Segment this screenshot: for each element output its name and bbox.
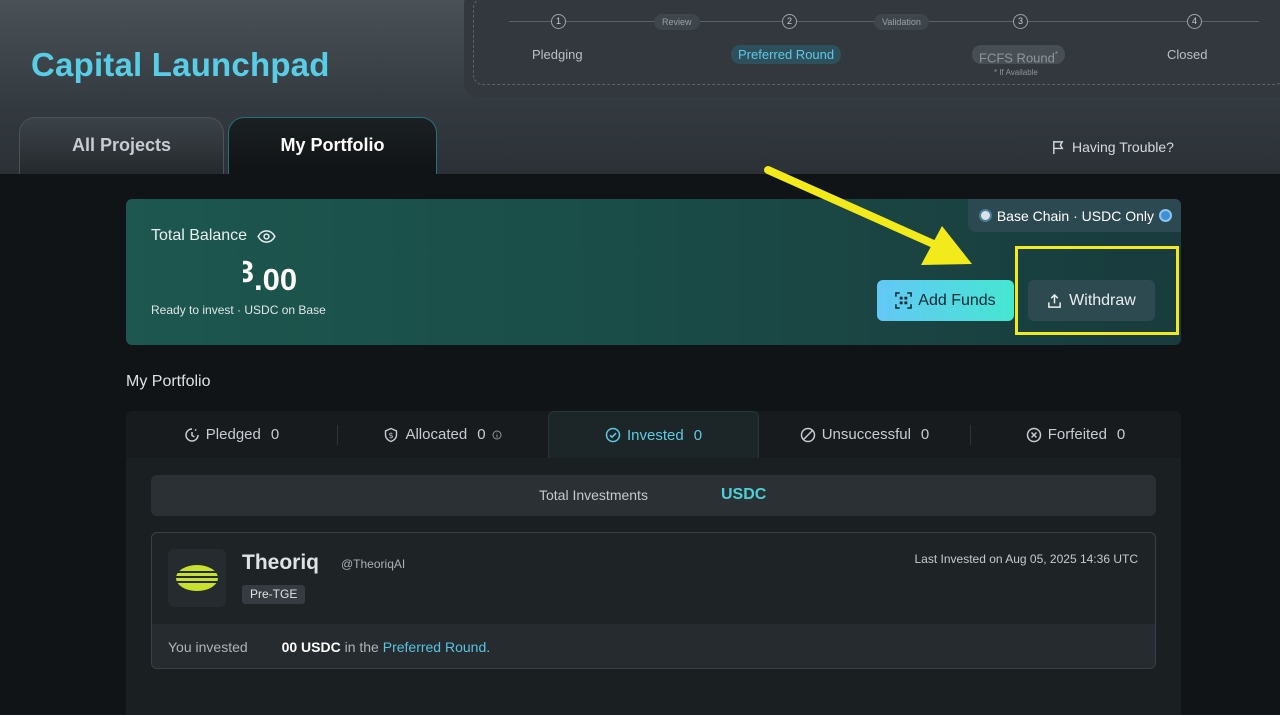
tab-allocated-label: Allocated — [405, 426, 468, 443]
tab-allocated[interactable]: $ Allocated 0 — [337, 411, 548, 458]
having-trouble-link[interactable]: Having Trouble? — [1051, 139, 1174, 155]
chain-badge-text: Base Chain · USDC Only — [996, 207, 1154, 224]
step-number-1: 1 — [551, 14, 566, 29]
check-circle-icon — [605, 427, 621, 443]
balance-amount-fragment: 3 — [243, 254, 254, 289]
tab-forfeited[interactable]: Forfeited 0 — [970, 411, 1181, 458]
total-balance-label: Total Balance — [151, 227, 276, 245]
flag-icon — [1053, 140, 1064, 154]
dollar-badge-icon: $ — [385, 427, 398, 442]
fcfs-note: * If Available — [994, 68, 1038, 77]
tab-unsuccessful[interactable]: Unsuccessful 0 — [759, 411, 970, 458]
clock-icon — [185, 427, 199, 442]
project-stage-badge: Pre-TGE — [242, 585, 306, 604]
fcfs-marker: * — [1054, 50, 1058, 59]
step-connector-validation: Validation — [874, 14, 929, 30]
tab-forfeited-count: 0 — [1116, 426, 1126, 443]
investment-text-prefix: You invested — [168, 639, 248, 655]
project-handle[interactable]: @TheoriqAI — [341, 557, 405, 571]
balance-subtitle: Ready to invest · USDC on Base — [151, 303, 326, 317]
tab-my-portfolio[interactable]: My Portfolio — [228, 117, 437, 174]
tab-unsuccessful-label: Unsuccessful — [821, 426, 911, 443]
step-label-closed: Closed — [1167, 47, 1208, 62]
step-label-preferred-round: Preferred Round — [731, 45, 842, 64]
step-number-3: 3 — [1013, 14, 1028, 29]
investment-round-link[interactable]: Preferred Round — [383, 639, 487, 655]
withdraw-button[interactable]: Withdraw — [1028, 280, 1155, 321]
portfolio-filter-tabs: Pledged 0 $ Allocated 0 Invested 0 Unsuc… — [126, 411, 1181, 458]
last-invested-timestamp: Last Invested on Aug 05, 2025 14:36 UTC — [914, 552, 1139, 566]
portfolio-section-title: My Portfolio — [126, 373, 211, 390]
tab-allocated-count: 0 — [477, 426, 486, 443]
total-balance-text: Total Balance — [151, 227, 248, 244]
step-label-pledging: Pledging — [532, 47, 583, 62]
tab-pledged[interactable]: Pledged 0 — [126, 411, 337, 458]
step-connector-review: Review — [654, 14, 700, 30]
balance-amount: 3.00 — [243, 254, 297, 298]
add-funds-label: Add Funds — [918, 291, 996, 309]
project-logo — [168, 549, 226, 607]
investment-amount: 00 USDC — [281, 639, 341, 655]
investment-text-end: . — [486, 639, 491, 655]
tab-unsuccessful-count: 0 — [920, 426, 930, 443]
balance-amount-value: .00 — [254, 262, 298, 297]
page-header: Capital Launchpad 1 Review 2 Validation … — [0, 0, 1280, 174]
having-trouble-label: Having Trouble? — [1072, 139, 1174, 155]
total-investments-label: Total Investments — [539, 487, 648, 503]
investment-text-mid: in the — [344, 639, 379, 655]
svg-text:$: $ — [389, 431, 394, 440]
round-stepper: 1 Review 2 Validation 3 4 Pledging Prefe… — [464, 0, 1280, 97]
balance-card: Total Balance 3.00 Ready to invest · USD… — [126, 199, 1181, 345]
theoriq-logo-icon — [176, 565, 218, 591]
app-title: Capital Launchpad — [31, 46, 330, 83]
step-number-4: 4 — [1187, 14, 1202, 29]
eye-icon[interactable] — [257, 229, 276, 243]
tab-invested-count: 0 — [693, 426, 703, 444]
step-label-fcfs-round: FCFS Round* — [972, 45, 1065, 65]
add-funds-button[interactable]: Add Funds — [877, 280, 1014, 321]
stepper-frame: 1 Review 2 Validation 3 4 Pledging Prefe… — [473, 0, 1280, 85]
investment-card[interactable]: Theoriq @TheoriqAI Pre-TGE Last Invested… — [151, 532, 1156, 669]
withdraw-label: Withdraw — [1069, 291, 1136, 309]
tab-pledged-label: Pledged — [205, 426, 261, 443]
chain-badge: Base Chain · USDC Only — [967, 199, 1181, 232]
info-icon[interactable] — [492, 430, 502, 440]
tab-pledged-count: 0 — [270, 426, 280, 443]
slash-circle-icon — [800, 427, 815, 442]
step-number-2: 2 — [782, 14, 797, 29]
investment-summary: You invested 00 USDC in the Preferred Ro… — [152, 624, 1155, 668]
total-investments-value: USDC — [721, 486, 767, 503]
upload-icon — [1048, 293, 1062, 308]
scan-icon — [895, 292, 913, 309]
tab-forfeited-label: Forfeited — [1047, 426, 1107, 443]
annotation-arrow — [764, 166, 972, 265]
usdc-icon — [1159, 209, 1172, 222]
project-name[interactable]: Theoriq — [242, 551, 319, 575]
tab-all-projects[interactable]: All Projects — [19, 117, 224, 174]
invested-panel: Total Investments USDC Theoriq @TheoriqA… — [126, 458, 1181, 715]
total-investments-row: Total Investments USDC — [151, 475, 1156, 516]
tab-invested[interactable]: Invested 0 — [548, 411, 759, 458]
x-circle-icon — [1026, 427, 1041, 442]
tab-invested-label: Invested — [626, 426, 684, 444]
